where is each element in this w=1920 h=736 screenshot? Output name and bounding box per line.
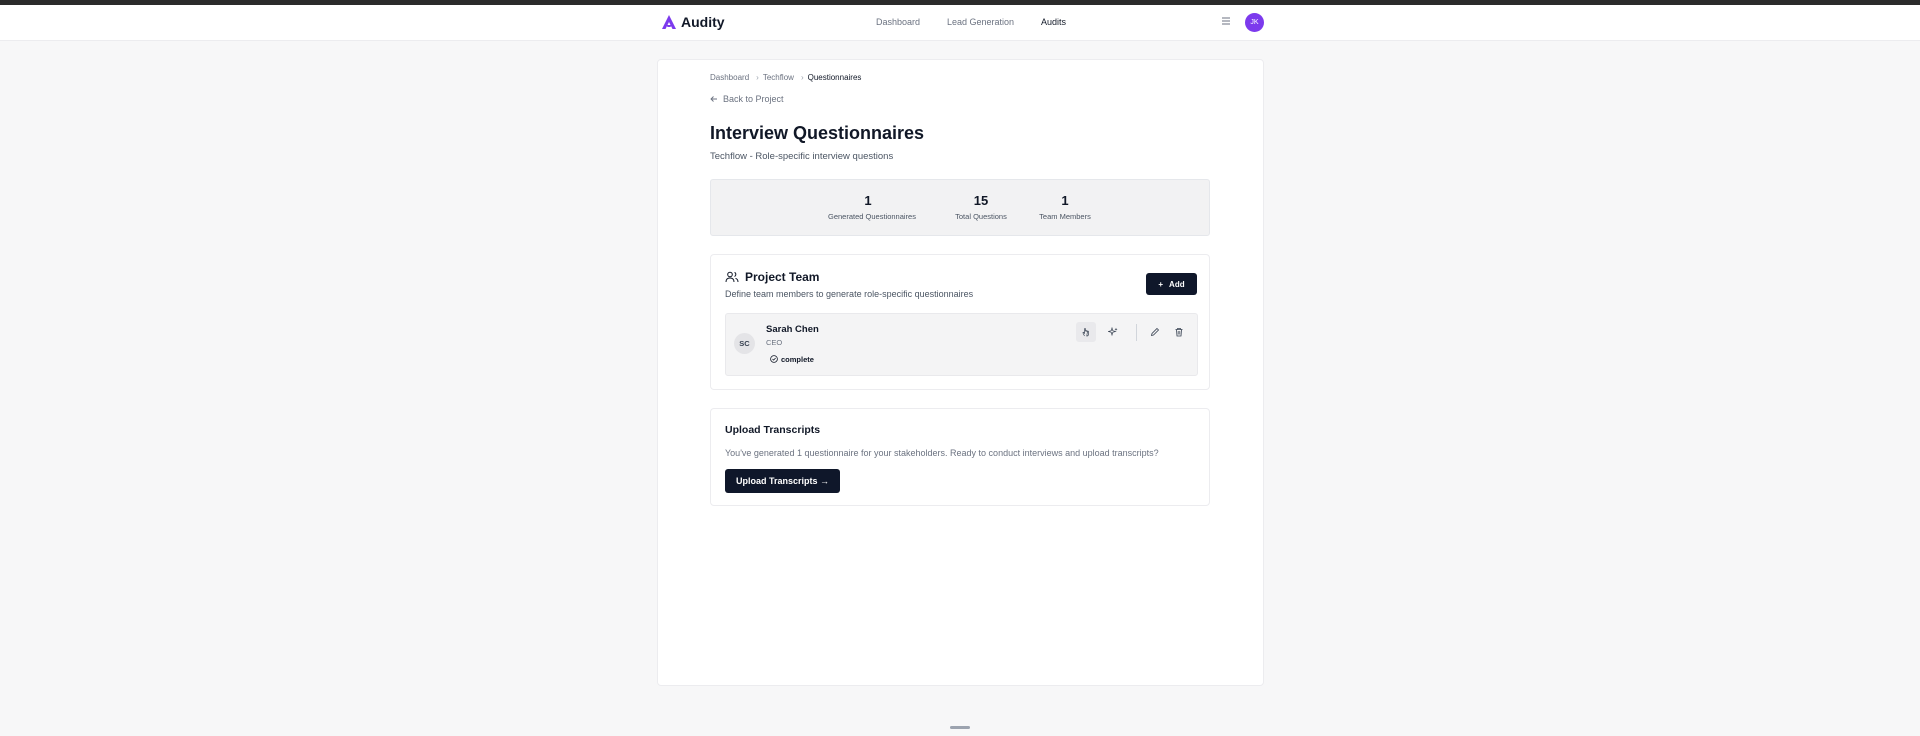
add-member-button[interactable]: + Add [1146,273,1197,295]
arrow-left-icon [710,96,717,102]
brand-logo[interactable]: Audity [661,14,725,30]
status-badge: complete [770,353,814,365]
status-label: complete [781,354,814,364]
generate-questionnaire-button[interactable] [1103,322,1123,342]
chevron-right-icon: › [756,73,759,82]
user-avatar[interactable]: JK [1245,13,1264,32]
stat-label: Team Members [1039,212,1091,221]
stat-value: 15 [973,193,989,208]
edit-member-button[interactable] [1145,322,1165,342]
users-icon [725,271,739,283]
top-navigation: Audity Dashboard Lead Generation Audits … [0,5,1920,41]
upload-transcripts-card: Upload Transcripts You've generated 1 qu… [710,408,1210,506]
nav-link-dashboard[interactable]: Dashboard [876,17,920,27]
upload-transcripts-button[interactable]: Upload Transcripts → [725,469,840,493]
project-team-card: Project Team Define team members to gene… [710,254,1210,390]
stat-team-members: 1 Team Members [1035,193,1095,221]
back-link-label: Back to Project [723,94,784,104]
menu-icon[interactable] [1221,16,1231,26]
upload-transcripts-title: Upload Transcripts [725,424,821,436]
breadcrumb: Dashboard › Techflow › Questionnaires [710,73,861,82]
breadcrumb-dashboard[interactable]: Dashboard [710,73,749,82]
audity-logo-icon [662,15,676,29]
stat-label: Total Questions [955,212,1007,221]
brand-name: Audity [681,14,725,30]
sparkles-icon [1108,327,1118,337]
project-team-description: Define team members to generate role-spe… [725,289,974,299]
delete-member-button[interactable] [1169,322,1189,342]
team-member-row: SC Sarah Chen CEO complete [725,313,1198,376]
member-name: Sarah Chen [766,324,819,335]
page-subtitle: Techflow - Role-specific interview quest… [710,151,894,162]
breadcrumb-techflow[interactable]: Techflow [763,73,794,82]
view-questionnaire-button[interactable] [1076,322,1096,342]
stats-panel: 1 Generated Questionnaires 15 Total Ques… [710,179,1210,236]
project-team-title: Project Team [745,270,820,284]
stat-total-questions: 15 Total Questions [951,193,1011,221]
member-avatar: SC [734,333,755,354]
page-title: Interview Questionnaires [710,123,925,143]
chevron-right-icon: › [800,73,804,82]
nav-link-audits[interactable]: Audits [1041,17,1066,27]
plus-icon: + [1158,279,1164,289]
scroll-handle[interactable] [950,726,970,729]
nav-link-lead-generation[interactable]: Lead Generation [947,17,1014,27]
member-role: CEO [766,338,783,347]
trash-icon [1175,328,1183,337]
stat-value: 1 [1061,193,1069,208]
back-to-project-link[interactable]: Back to Project [710,94,784,104]
hand-pointer-icon [1082,328,1089,337]
stat-value: 1 [864,193,872,208]
add-button-label: Add [1169,279,1185,289]
check-circle-icon [770,355,778,363]
actions-divider [1136,324,1137,341]
stat-generated-questionnaires: 1 Generated Questionnaires [828,193,916,221]
stat-label: Generated Questionnaires [828,212,916,221]
pencil-icon [1150,327,1160,337]
upload-transcripts-text: You've generated 1 questionnaire for you… [725,448,1159,458]
breadcrumb-questionnaires: Questionnaires [807,73,862,82]
